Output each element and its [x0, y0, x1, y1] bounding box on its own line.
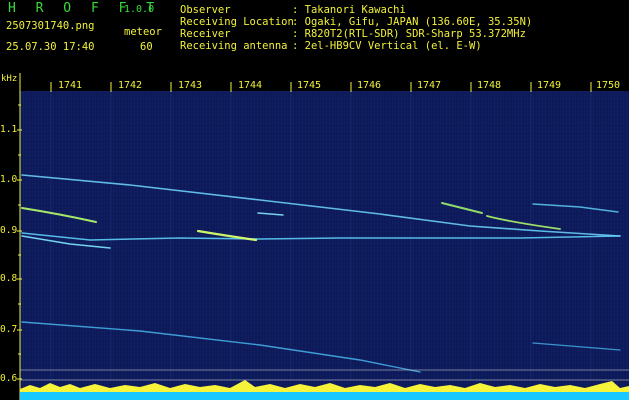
info-field-location: Receiving Location: [180, 16, 294, 28]
app-version: 1.0.0: [124, 4, 155, 15]
header-panel: H R O F F T 1.0.0 2507301740.png 25.07.3…: [0, 0, 629, 73]
noise-floor-peaks: [20, 380, 629, 392]
trace-main: [21, 232, 621, 241]
info-value-location: : Ogaki, Gifu, JAPAN (136.60E, 35.35N): [292, 16, 533, 28]
capture-filename: 2507301740.png: [6, 20, 95, 32]
info-value-receiver: : R820T2(RTL-SDR) SDR-Sharp 53.372MHz: [292, 28, 526, 40]
x-axis-ticks: [50, 82, 592, 92]
trace-bright-left: [21, 207, 97, 223]
info-field-receiver: Receiver: [180, 28, 231, 40]
info-value-antenna: : 2el-HB9CV Vertical (el. E-W): [292, 40, 482, 52]
meteor-count: 60: [140, 41, 153, 53]
trace-short: [257, 212, 284, 216]
trace-low-right: [532, 342, 621, 351]
info-field-observer: Observer: [180, 4, 231, 16]
info-field-antenna: Receiving antenna: [180, 40, 288, 52]
spectrogram-overlay: [17, 73, 629, 400]
capture-datetime: 25.07.30 17:40: [6, 41, 95, 53]
info-value-observer: : Takanori Kawachi: [292, 4, 406, 16]
trace-right: [486, 215, 561, 230]
trace-upper: [21, 174, 621, 237]
detection-mode: meteor: [124, 26, 162, 38]
time-grid: [50, 92, 592, 380]
trace-bright-right: [441, 202, 483, 214]
trace-low: [21, 321, 421, 373]
signal-traces: [21, 174, 621, 373]
trace-far-right: [532, 203, 619, 213]
